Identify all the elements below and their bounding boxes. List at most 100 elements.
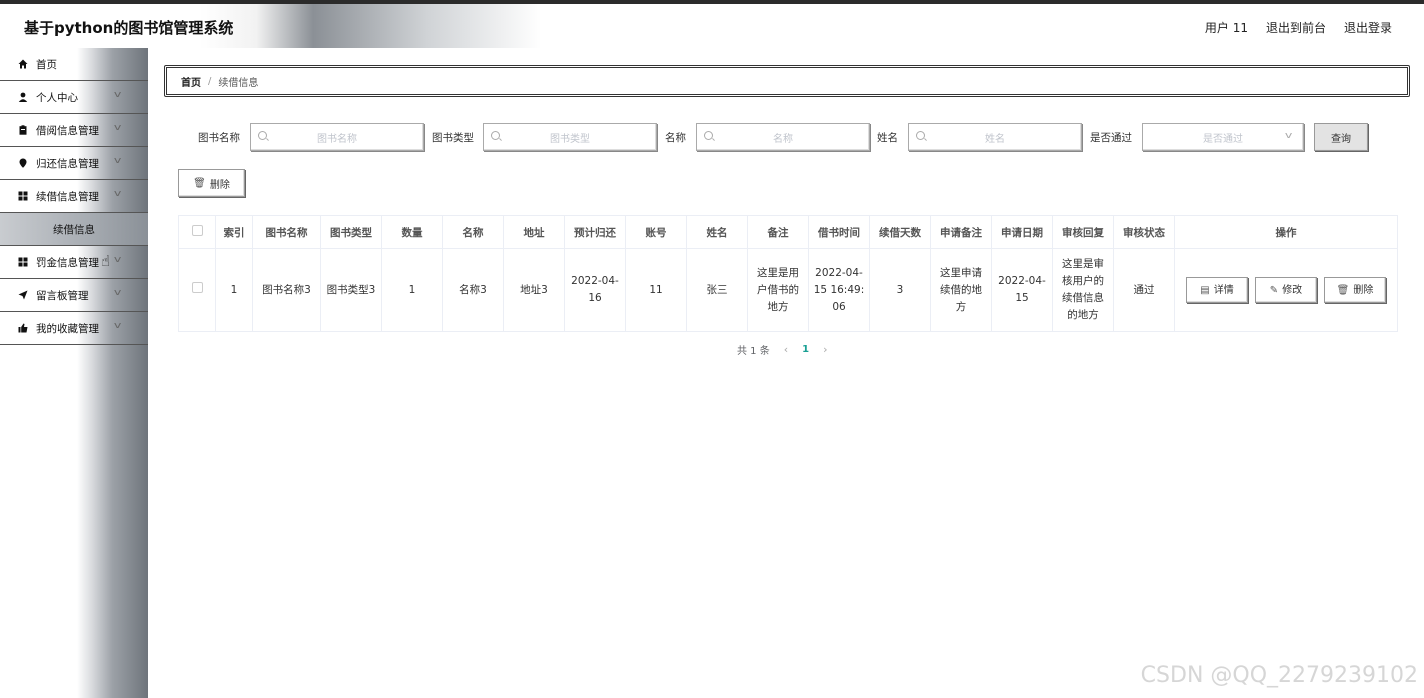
- column-header: 申请备注: [930, 215, 992, 249]
- filter-label-person: 姓名: [877, 131, 898, 144]
- chevron-down-icon: v: [113, 288, 122, 298]
- page-number[interactable]: 1: [802, 344, 809, 355]
- column-header: 预计归还: [564, 215, 626, 249]
- column-header: 审核状态: [1113, 215, 1175, 249]
- sidebar-item-home[interactable]: 首页: [0, 48, 148, 81]
- main-content: 首页 / 续借信息 图书名称 图书名称 图书类型 图书类型 名称 名称 姓名 姓…: [148, 48, 1424, 698]
- chevron-down-icon: v: [113, 90, 122, 100]
- logout-link[interactable]: 退出登录: [1344, 19, 1392, 36]
- select-all-cell: [178, 215, 216, 249]
- pagination: 共 1 条 ‹ 1 ›: [737, 342, 828, 357]
- chevron-down-icon: v: [113, 255, 122, 265]
- row-checkbox[interactable]: [191, 281, 203, 293]
- chevron-down-icon: v: [113, 156, 122, 166]
- app-title: 基于python的图书馆管理系统: [24, 19, 234, 37]
- sidebar-item-fine[interactable]: 罚金信息管理 v: [0, 246, 148, 279]
- location-icon: [18, 158, 28, 168]
- pass-select[interactable]: 是否通过 v: [1142, 123, 1304, 151]
- table-cell: 图书类型3: [320, 248, 382, 332]
- grid-icon: [18, 257, 28, 267]
- sidebar-item-label: 归还信息管理: [36, 157, 99, 170]
- search-icon: [704, 131, 713, 140]
- sidebar: 首页 个人中心 v 借阅信息管理 v 归还信息管理 v 续借信息管理 v 续借信…: [0, 48, 148, 698]
- column-header: 数量: [381, 215, 443, 249]
- sidebar-item-favorite[interactable]: 我的收藏管理 v: [0, 312, 148, 345]
- select-all-checkbox[interactable]: [191, 225, 203, 236]
- column-header: 审核回复: [1052, 215, 1114, 249]
- delete-button[interactable]: 🗑 删除: [178, 169, 245, 197]
- sidebar-subitem-renew-info[interactable]: 续借信息: [0, 213, 148, 246]
- column-header: 姓名: [686, 215, 748, 249]
- breadcrumb-separator: /: [208, 75, 212, 87]
- table-cell: 2022-04-16: [564, 248, 626, 332]
- book-type-input[interactable]: 图书类型: [483, 123, 657, 151]
- breadcrumb-home[interactable]: 首页: [181, 74, 201, 89]
- sidebar-item-personal[interactable]: 个人中心 v: [0, 81, 148, 114]
- column-header: 地址: [503, 215, 565, 249]
- sidebar-item-label: 借阅信息管理: [36, 124, 99, 137]
- renew-table: 索引 图书名称 图书类型 数量 名称 地址 预计归还 账号 姓名 备注 借书时间…: [178, 215, 1398, 332]
- book-name-input[interactable]: 图书名称: [250, 123, 424, 151]
- table-row: 1 图书名称3 图书类型3 1 名称3 地址3 2022-04-16 11 张三…: [178, 248, 1398, 332]
- sidebar-item-label: 我的收藏管理: [36, 322, 99, 335]
- pagination-total: 共 1 条: [737, 346, 770, 357]
- query-button[interactable]: 查询: [1314, 123, 1368, 151]
- column-header: 索引: [215, 215, 253, 249]
- edit-button[interactable]: ✎ 修改: [1255, 277, 1317, 303]
- filter-label-pass: 是否通过: [1090, 131, 1132, 144]
- filter-label-name: 名称: [665, 131, 686, 144]
- sidebar-item-message[interactable]: 留言板管理 v: [0, 279, 148, 312]
- column-header: 备注: [747, 215, 809, 249]
- column-header: 操作: [1174, 215, 1398, 249]
- chevron-left-icon[interactable]: ‹: [784, 343, 788, 356]
- header-links: 用户 11 退出到前台 退出登录: [1205, 19, 1392, 36]
- breadcrumb: 首页 / 续借信息: [164, 65, 1410, 97]
- trash-icon: 🗑: [193, 177, 206, 189]
- table-cell: 张三: [686, 248, 748, 332]
- filter-label-book-type: 图书类型: [432, 131, 474, 144]
- row-select-cell: [178, 248, 216, 332]
- column-header: 申请日期: [991, 215, 1053, 249]
- column-header: 名称: [442, 215, 504, 249]
- table-header-row: 索引 图书名称 图书类型 数量 名称 地址 预计归还 账号 姓名 备注 借书时间…: [178, 215, 1398, 249]
- chevron-down-icon: v: [113, 189, 122, 199]
- sidebar-item-label: 续借信息管理: [36, 190, 99, 203]
- name-input[interactable]: 名称: [696, 123, 870, 151]
- person-input[interactable]: 姓名: [908, 123, 1082, 151]
- table-cell: 这里申请续借的地方: [930, 248, 992, 332]
- column-header: 借书时间: [808, 215, 870, 249]
- user-icon: [18, 92, 28, 102]
- chevron-right-icon[interactable]: ›: [823, 343, 827, 356]
- table-cell: 1: [215, 248, 253, 332]
- sidebar-item-renew[interactable]: 续借信息管理 v: [0, 180, 148, 213]
- sidebar-item-label: 个人中心: [36, 91, 78, 104]
- table-cell: 名称3: [442, 248, 504, 332]
- search-icon: [491, 131, 500, 140]
- send-icon: [18, 290, 28, 300]
- table-cell: 3: [869, 248, 931, 332]
- table-cell: 2022-04-15: [991, 248, 1053, 332]
- header: 基于python的图书馆管理系统 用户 11 退出到前台 退出登录: [0, 4, 1424, 49]
- grid-icon: [18, 191, 28, 201]
- clipboard-icon: [18, 125, 28, 135]
- row-delete-button[interactable]: 🗑 删除: [1324, 277, 1386, 303]
- table-cell: 图书名称3: [252, 248, 321, 332]
- edit-icon: ✎: [1269, 284, 1279, 296]
- sidebar-item-return[interactable]: 归还信息管理 v: [0, 147, 148, 180]
- home-icon: [18, 59, 28, 69]
- chevron-down-icon: v: [1284, 131, 1293, 141]
- table-cell: 地址3: [503, 248, 565, 332]
- sidebar-item-label: 首页: [36, 58, 57, 71]
- sidebar-item-label: 留言板管理: [36, 289, 89, 302]
- table-cell: 1: [381, 248, 443, 332]
- table-cell: 这里是用户借书的地方: [747, 248, 809, 332]
- chevron-down-icon: v: [113, 123, 122, 133]
- sidebar-item-borrow[interactable]: 借阅信息管理 v: [0, 114, 148, 147]
- sidebar-item-label: 罚金信息管理: [36, 256, 99, 269]
- detail-button[interactable]: ▤ 详情: [1186, 277, 1248, 303]
- front-link[interactable]: 退出到前台: [1266, 19, 1326, 36]
- breadcrumb-current: 续借信息: [218, 77, 259, 89]
- search-icon: [916, 131, 925, 140]
- table-cell: 这里是审核用户的续借信息的地方: [1052, 248, 1114, 332]
- column-header: 续借天数: [869, 215, 931, 249]
